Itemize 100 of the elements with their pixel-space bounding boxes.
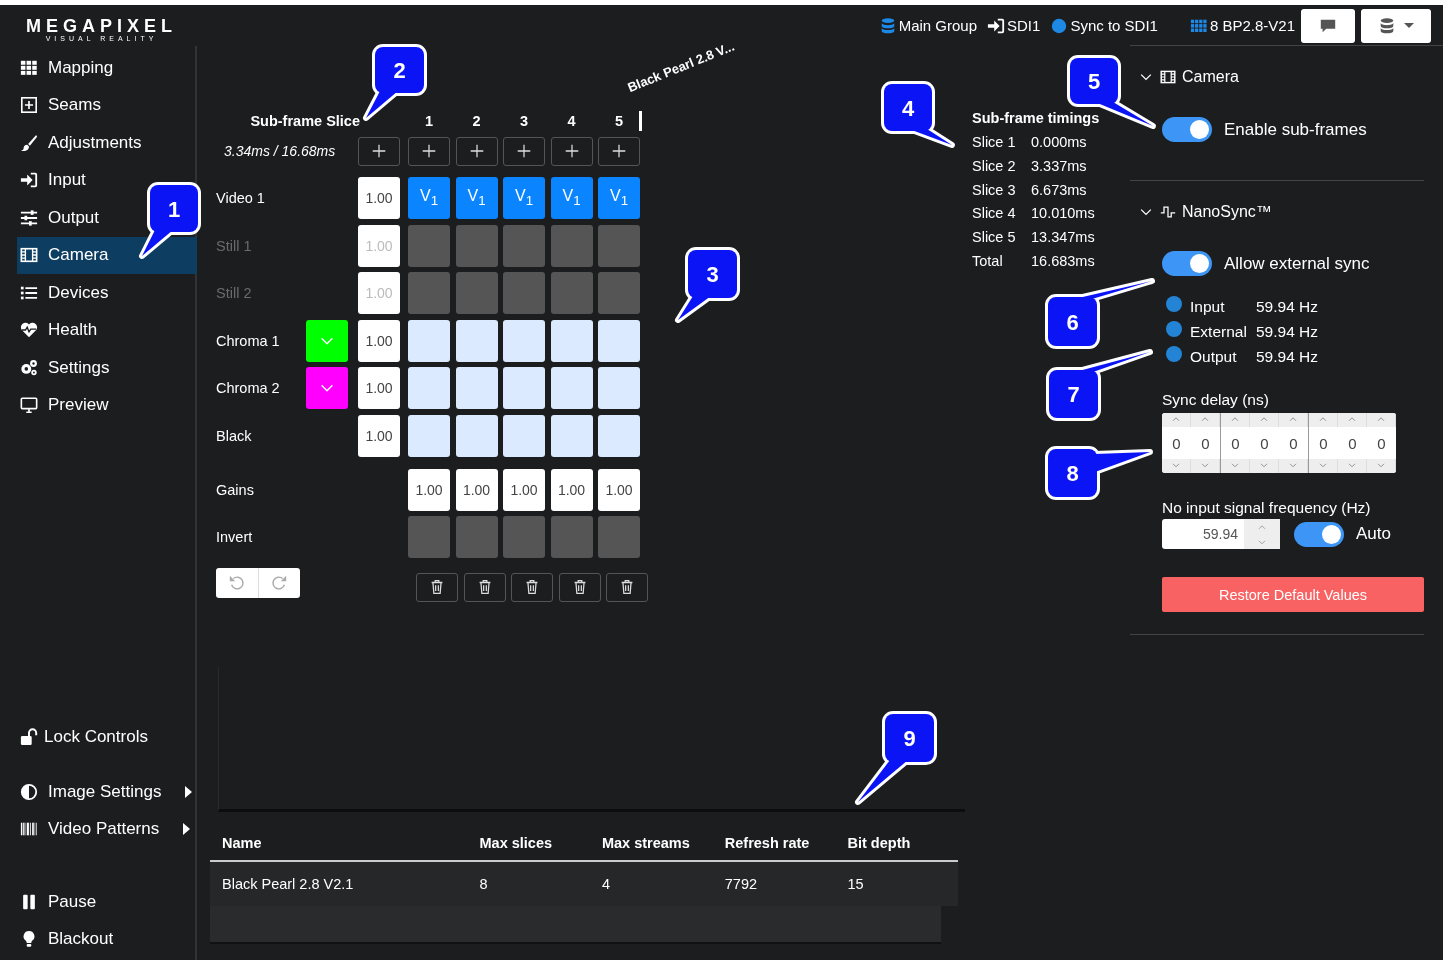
source-slot[interactable]: V$_{1}$ (408, 177, 450, 219)
number-field[interactable]: 59.94 (1162, 519, 1280, 549)
key-slot[interactable] (408, 319, 450, 362)
database-icon (1378, 16, 1396, 35)
toggle-switch[interactable] (1162, 117, 1212, 142)
invert-toggle[interactable] (598, 516, 640, 558)
increment-button[interactable] (1162, 413, 1191, 427)
key-slot[interactable] (503, 319, 545, 362)
sidebar-item[interactable]: Health (17, 311, 197, 349)
add-button[interactable] (598, 136, 640, 166)
empty-slot[interactable] (550, 272, 593, 314)
digit-field[interactable]: 0 (1367, 427, 1396, 459)
toggle-switch[interactable] (1294, 521, 1344, 547)
key-slot[interactable] (455, 319, 498, 362)
source-slot[interactable]: V$_{1}$ (550, 177, 593, 219)
key-slot[interactable] (503, 414, 545, 457)
source-slot[interactable]: V$_{1}$ (455, 177, 498, 219)
sidebar-item[interactable]: Image Settings (17, 773, 197, 811)
sidebar-item[interactable]: Lock Controls (17, 718, 197, 756)
add-button[interactable] (408, 136, 450, 166)
empty-slot[interactable] (598, 224, 640, 267)
toggle-switch[interactable] (1162, 251, 1212, 276)
key-slot[interactable] (550, 367, 593, 409)
digit-field[interactable]: 0 (1162, 427, 1191, 459)
sidebar-item[interactable]: Blackout (17, 920, 197, 958)
color-picker[interactable] (306, 319, 348, 362)
color-picker[interactable] (306, 367, 348, 409)
sidebar-item[interactable]: Adjustments (17, 124, 197, 162)
sidebar-item[interactable]: Settings (17, 349, 197, 387)
delete-button[interactable] (558, 572, 601, 602)
invert-toggle[interactable] (503, 516, 545, 558)
callout-tooltip: 7 (1046, 349, 1153, 421)
gain-field[interactable]: 1.00 (598, 468, 640, 511)
key-slot[interactable] (455, 414, 498, 457)
layer-label: Chroma 2 (216, 380, 281, 396)
digit-field[interactable]: 0 (1309, 427, 1338, 459)
invert-toggle[interactable] (455, 516, 498, 558)
delete-button[interactable] (416, 572, 458, 602)
sidebar-item[interactable]: Seams (17, 86, 197, 124)
delete-button[interactable] (511, 572, 553, 602)
sidebar-item[interactable]: Preview (17, 386, 197, 424)
key-slot[interactable] (408, 414, 450, 457)
pause-icon (20, 892, 38, 911)
delete-button[interactable] (606, 572, 648, 602)
brush-icon (20, 133, 38, 152)
add-button[interactable] (455, 136, 498, 166)
empty-slot[interactable] (503, 224, 545, 267)
empty-slot[interactable] (455, 224, 498, 267)
digit-field[interactable]: 0 (1250, 427, 1279, 459)
key-slot[interactable] (550, 319, 593, 362)
gain-field[interactable]: 1.00 (358, 319, 400, 362)
database-menu-button[interactable] (1361, 8, 1431, 43)
source-slot[interactable]: V$_{1}$ (598, 177, 640, 219)
table-cell: 7792 (712, 861, 836, 906)
gain-field[interactable]: 1.00 (503, 468, 545, 511)
column-number: 4 (566, 113, 577, 129)
pulse-icon (1160, 204, 1176, 220)
source-slot[interactable]: V$_{1}$ (503, 177, 545, 219)
gain-field[interactable]: 1.00 (358, 414, 400, 457)
digit-field[interactable]: 0 (1338, 427, 1367, 459)
empty-slot[interactable] (550, 224, 593, 267)
key-slot[interactable] (550, 414, 593, 457)
key-slot[interactable] (598, 319, 640, 362)
field-label: No input signal frequency (Hz) (1162, 499, 1372, 517)
digit-field[interactable]: 0 (1191, 427, 1220, 459)
layer-label: Video 1 (216, 190, 266, 206)
digit-field[interactable]: 0 (1279, 427, 1308, 459)
gain-field[interactable]: 1.00 (358, 367, 400, 409)
empty-slot[interactable] (455, 272, 498, 314)
sidebar-item[interactable]: Video Patterns (17, 810, 197, 848)
timing-label: Slice 3 (972, 181, 1017, 200)
plus-square-icon (20, 96, 38, 115)
gain-field[interactable]: 1.00 (455, 468, 498, 511)
callout-tooltip: 9 (855, 711, 937, 805)
empty-slot[interactable] (408, 224, 450, 267)
gain-field[interactable]: 1.00 (408, 468, 450, 511)
invert-toggle[interactable] (550, 516, 593, 558)
layer-label: Chroma 1 (216, 332, 281, 349)
sidebar-item[interactable]: Pause (17, 883, 197, 921)
digit-field[interactable]: 0 (1221, 427, 1250, 459)
sidebar-item[interactable]: Camera (17, 236, 197, 274)
sidebar-item[interactable]: Devices (17, 274, 197, 312)
status-label: Sync to SDI1 (1070, 17, 1158, 34)
key-slot[interactable] (598, 414, 640, 457)
gain-field[interactable]: 1.00 (358, 177, 400, 219)
sliders-icon (20, 208, 38, 227)
section-header[interactable]: NanoSync™ (1138, 201, 1427, 223)
gain-field[interactable]: 1.00 (550, 468, 593, 511)
chat-button[interactable] (1301, 8, 1355, 43)
add-button[interactable] (358, 136, 400, 166)
add-button[interactable] (503, 136, 545, 166)
section-header[interactable]: Camera (1138, 66, 1427, 88)
add-button[interactable] (550, 136, 593, 166)
invert-toggle[interactable] (408, 516, 450, 558)
sign-in-icon (987, 16, 1006, 35)
delete-button[interactable] (463, 572, 506, 602)
decrement-button[interactable] (1162, 459, 1191, 473)
key-slot[interactable] (455, 367, 498, 409)
sidebar-item[interactable]: Mapping (17, 49, 197, 87)
toggle-label: Enable sub-frames (1224, 119, 1367, 140)
